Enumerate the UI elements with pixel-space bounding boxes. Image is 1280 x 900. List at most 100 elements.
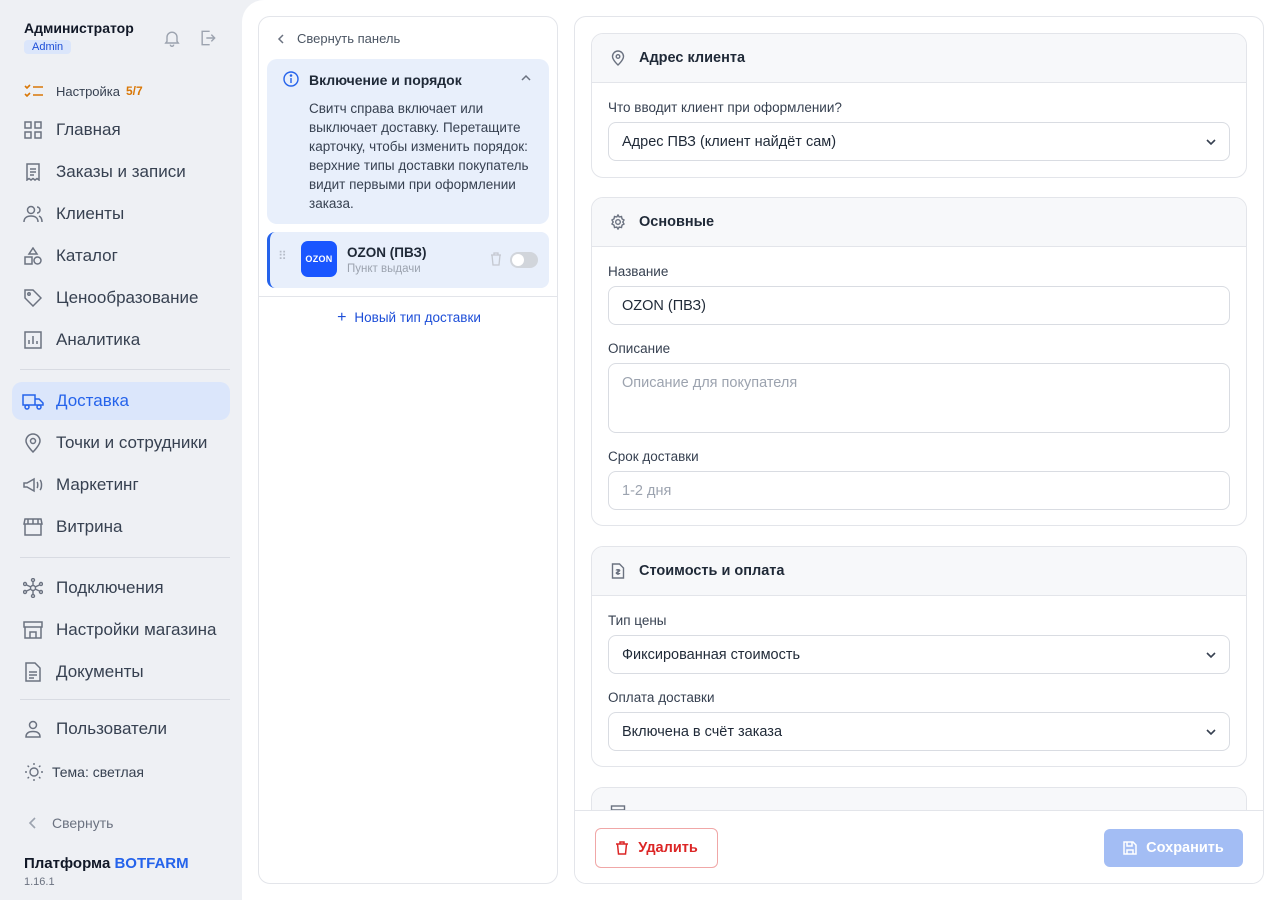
checklist-icon: [24, 84, 43, 98]
nav-divider: [20, 369, 230, 370]
new-delivery-type-button[interactable]: + Новый тип доставки: [259, 309, 559, 327]
nav-divider: [20, 699, 230, 700]
settings-panel: Адрес клиента Что вводит клиент при офор…: [574, 16, 1264, 884]
app-version: 1.16.1: [24, 876, 55, 888]
shop-icon: [22, 619, 44, 641]
save-label: Сохранить: [1146, 840, 1224, 856]
nav-item-analytics[interactable]: Аналитика: [12, 321, 230, 359]
chevron-down-icon: [1206, 139, 1216, 146]
collapse-label: Свернуть: [52, 815, 114, 831]
nav-divider: [20, 557, 230, 558]
store-icon: [22, 516, 44, 538]
chevron-left-icon: [28, 817, 36, 829]
card-name: OZON (ПВЗ): [347, 245, 427, 260]
tag-icon: [22, 287, 44, 309]
document-icon: [22, 661, 44, 683]
section-client-address: Адрес клиента Что вводит клиент при офор…: [591, 33, 1247, 178]
shapes-icon: [22, 245, 44, 267]
gear-icon: [611, 214, 625, 230]
nav-item-catalog[interactable]: Каталог: [12, 237, 230, 275]
collapse-panel-button[interactable]: Свернуть панель: [277, 31, 400, 46]
nav-label: Аналитика: [56, 330, 141, 349]
nav-item-points[interactable]: Точки и сотрудники: [12, 424, 230, 462]
collapse-sidebar-button[interactable]: Свернуть: [28, 815, 113, 831]
network-icon: [22, 577, 44, 599]
delivery-term-input[interactable]: 1-2 дня: [608, 471, 1230, 510]
price-type-select[interactable]: Фиксированная стоимость: [608, 635, 1230, 674]
nav-item-clients[interactable]: Клиенты: [12, 195, 230, 233]
role-badge: Admin: [24, 40, 72, 54]
chevron-down-icon: [1206, 729, 1216, 736]
brand-name: BOTFARM: [114, 855, 189, 872]
chevron-down-icon: [1206, 652, 1216, 659]
delete-button[interactable]: Удалить: [595, 828, 718, 868]
drag-handle-icon[interactable]: ⠿: [278, 250, 288, 267]
card-subtitle: Пункт выдачи: [347, 263, 421, 275]
settings-scroll[interactable]: Адрес клиента Что вводит клиент при офор…: [575, 17, 1263, 810]
logout-icon[interactable]: [198, 28, 218, 48]
nav-label: Главная: [56, 120, 121, 139]
payment-select[interactable]: Включена в счёт заказа: [608, 712, 1230, 751]
delivery-types-panel: Свернуть панель Включение и порядок Свит…: [258, 16, 558, 884]
nav-item-pricing[interactable]: Ценообразование: [12, 279, 230, 317]
nav-item-shop-settings[interactable]: Настройки магазина: [12, 611, 230, 649]
nav-item-marketing[interactable]: Маркетинг: [12, 466, 230, 504]
collapse-panel-label: Свернуть панель: [297, 31, 401, 46]
nav-label: Доставка: [56, 391, 130, 410]
nav-label: Клиенты: [56, 204, 125, 223]
new-type-label: Новый тип доставки: [354, 310, 481, 325]
nav-item-home[interactable]: Главная: [12, 111, 230, 149]
sun-icon: [25, 763, 43, 781]
address-mode-select[interactable]: Адрес ПВЗ (клиент найдёт сам): [608, 122, 1230, 161]
chevron-left-icon: [277, 33, 284, 44]
nav-label: Маркетинг: [56, 475, 139, 494]
enable-toggle[interactable]: [510, 252, 538, 268]
nav-item-delivery[interactable]: Доставка: [12, 382, 230, 420]
select-value: Включена в счёт заказа: [622, 723, 783, 740]
nav-item-users[interactable]: Пользователи: [12, 710, 230, 748]
chevron-up-icon[interactable]: [519, 71, 533, 85]
brand-prefix: Платформа: [24, 855, 111, 872]
brand: Платформа BOTFARM: [24, 855, 189, 872]
receipt-icon: [22, 161, 44, 183]
sidebar: Администратор Admin Настройка 5/7 Главна…: [0, 0, 242, 900]
setup-label: Настройка: [56, 83, 120, 99]
grid-icon: [22, 119, 44, 141]
nav-item-storefront[interactable]: Витрина: [12, 508, 230, 546]
info-icon: [283, 71, 299, 87]
setup-progress[interactable]: Настройка 5/7: [24, 80, 143, 102]
section-header: Адрес клиента: [592, 34, 1246, 83]
payment-label: Оплата доставки: [608, 690, 715, 705]
panel-divider: [259, 296, 557, 297]
pin-icon: [611, 50, 625, 66]
description-textarea[interactable]: Описание для покупателя: [608, 363, 1230, 433]
description-label: Описание: [608, 341, 671, 356]
delivery-type-card[interactable]: ⠿ OZON OZON (ПВЗ) Пункт выдачи: [267, 232, 549, 288]
nav-label: Подключения: [56, 578, 164, 597]
user-block: Администратор Admin: [24, 20, 134, 55]
nav-item-connections[interactable]: Подключения: [12, 569, 230, 607]
nav-label: Точки и сотрудники: [56, 433, 208, 452]
ozon-logo: OZON: [301, 241, 337, 277]
name-input[interactable]: OZON (ПВЗ): [608, 286, 1230, 325]
trash-icon[interactable]: [490, 252, 502, 266]
trash-icon: [616, 841, 629, 855]
info-text: Свитч справа включает или выключает дост…: [309, 101, 529, 211]
section-header: Основные: [592, 198, 1246, 247]
save-button[interactable]: Сохранить: [1104, 829, 1243, 867]
megaphone-icon: [22, 474, 44, 496]
theme-label: Тема: светлая: [52, 764, 144, 780]
section-header: [592, 788, 1246, 810]
nav-item-orders[interactable]: Заказы и записи: [12, 153, 230, 191]
section-basic: Основные Название OZON (ПВЗ) Описание Оп…: [591, 197, 1247, 526]
bell-icon[interactable]: [162, 28, 182, 48]
theme-toggle[interactable]: Тема: светлая: [24, 762, 144, 782]
nav-item-documents[interactable]: Документы: [12, 653, 230, 691]
chart-icon: [22, 329, 44, 351]
info-title: Включение и порядок: [309, 72, 462, 88]
section-title: Стоимость и оплата: [639, 563, 785, 579]
setup-count: 5/7: [126, 84, 143, 98]
info-box: Включение и порядок Свитч справа включае…: [267, 59, 549, 224]
delete-label: Удалить: [638, 840, 698, 856]
section-header: Стоимость и оплата: [592, 547, 1246, 596]
